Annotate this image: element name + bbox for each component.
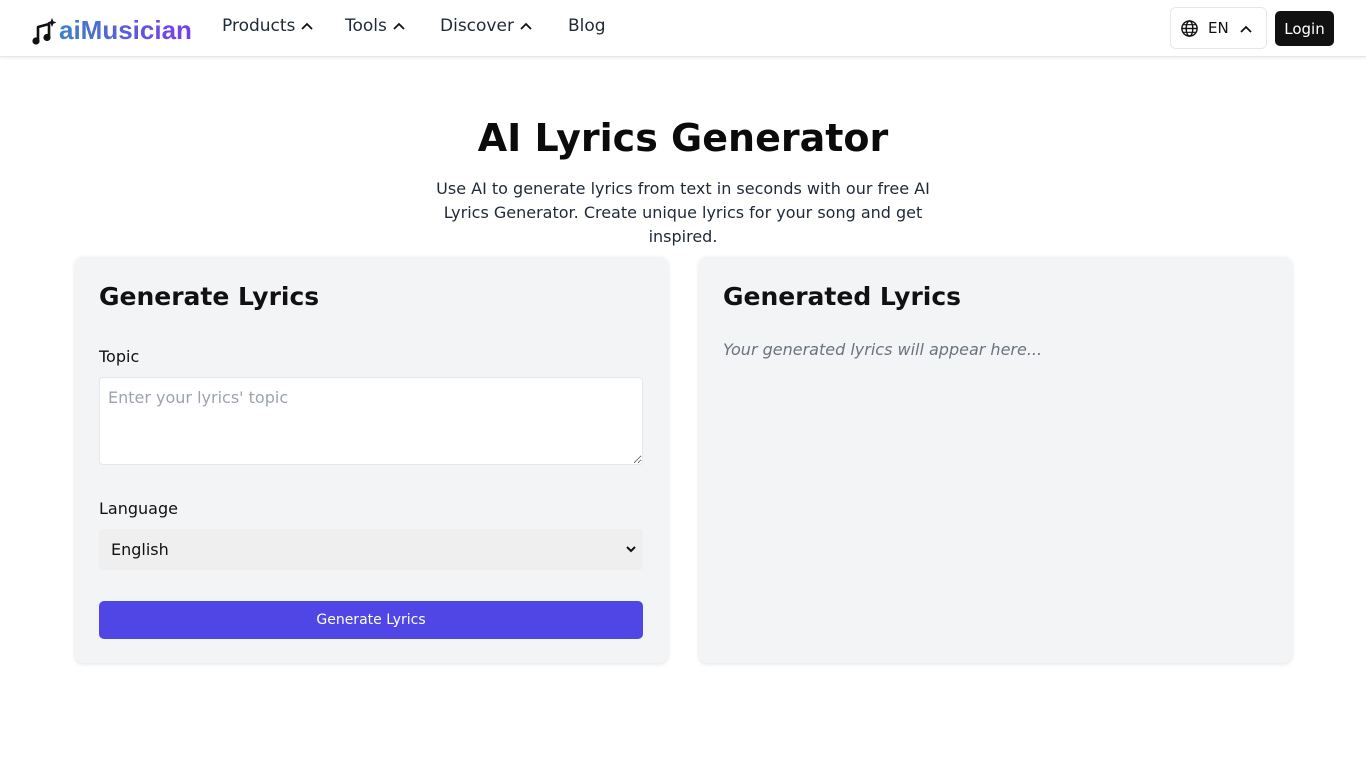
language-label: Language: [99, 499, 178, 518]
chevron-up-icon: [301, 22, 314, 30]
output-title: Generated Lyrics: [723, 282, 962, 311]
language-code: EN: [1208, 19, 1229, 37]
chevron-up-icon: [1240, 25, 1252, 33]
language-select[interactable]: English: [99, 529, 643, 570]
nav-products[interactable]: Products: [222, 16, 315, 36]
nav-discover[interactable]: Discover: [440, 16, 534, 36]
form-title: Generate Lyrics: [99, 282, 320, 311]
nav-tools[interactable]: Tools: [345, 16, 407, 36]
site-header: aiMusician Products Tools Discover Blog …: [0, 0, 1366, 57]
chevron-down-icon: [626, 546, 636, 553]
page-title: AI Lyrics Generator: [477, 116, 889, 160]
globe-icon: [1181, 19, 1198, 37]
music-note-sparkle-icon: [32, 18, 57, 45]
nav-products-label: Products: [222, 16, 296, 36]
login-button[interactable]: Login: [1275, 11, 1334, 46]
chevron-up-icon: [393, 22, 405, 30]
generate-lyrics-card: Generate Lyrics Topic Language English G…: [75, 257, 668, 663]
generate-lyrics-button[interactable]: Generate Lyrics: [99, 601, 643, 639]
brand-logo[interactable]: aiMusician: [31, 14, 194, 48]
page-subtitle: Use AI to generate lyrics from text in s…: [436, 179, 930, 246]
nav-blog-label: Blog: [568, 16, 606, 36]
chevron-up-icon: [520, 22, 532, 30]
language-switcher[interactable]: EN: [1170, 7, 1267, 49]
nav-blog[interactable]: Blog: [568, 16, 606, 36]
generated-lyrics-card: Generated Lyrics Your generated lyrics w…: [699, 257, 1292, 663]
lyrics-output-placeholder: Your generated lyrics will appear here..…: [723, 340, 1043, 359]
topic-input[interactable]: [99, 377, 643, 465]
nav-discover-label: Discover: [440, 16, 514, 36]
topic-label: Topic: [99, 347, 140, 366]
language-select-value: English: [111, 540, 169, 559]
svg-text:aiMusician: aiMusician: [59, 15, 192, 45]
brand-name: aiMusician: [59, 15, 192, 45]
nav-tools-label: Tools: [345, 16, 387, 36]
